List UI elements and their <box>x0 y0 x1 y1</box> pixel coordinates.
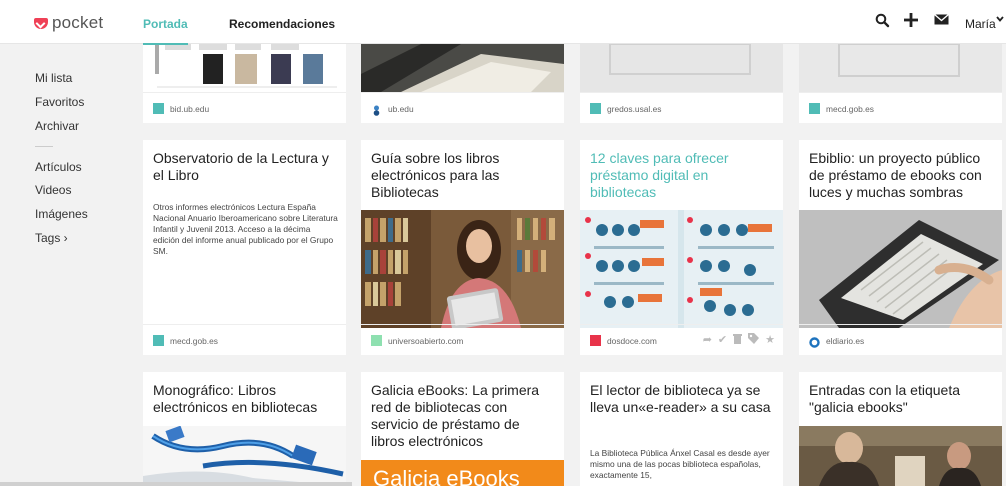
article-thumbnail <box>799 426 1002 486</box>
article-card[interactable]: ub.edu <box>361 44 564 123</box>
article-thumbnail <box>799 44 1002 92</box>
logo-text: pocket <box>52 13 104 32</box>
card-footer: ub.edu <box>361 92 564 123</box>
site-favicon-icon <box>590 103 601 114</box>
site-favicon-icon <box>371 335 382 346</box>
article-thumbnail <box>580 44 783 92</box>
article-card[interactable]: Monográfico: Libros electrónicos en bibl… <box>143 372 346 486</box>
article-thumbnail <box>361 210 564 328</box>
card-title[interactable]: Galicia eBooks: La primera red de biblio… <box>371 382 556 450</box>
article-card[interactable]: Observatorio de la Lectura y el Libro Ot… <box>143 140 346 355</box>
user-menu[interactable]: María <box>965 17 996 31</box>
sidebar-item-mi-lista[interactable]: Mi lista <box>35 71 72 85</box>
card-domain[interactable]: gredos.usal.es <box>607 104 661 114</box>
archive-check-icon[interactable]: ✔ <box>718 333 727 347</box>
favorite-star-icon[interactable]: ★ <box>765 333 775 347</box>
card-footer: eldiario.es <box>799 324 1002 355</box>
sidebar: Mi lista Favoritos Archivar Artículos Vi… <box>0 44 128 486</box>
delete-icon[interactable] <box>733 333 743 347</box>
tab-recomendaciones[interactable]: Recomendaciones <box>229 17 335 31</box>
sidebar-item-articulos[interactable]: Artículos <box>35 160 82 174</box>
inbox-icon[interactable] <box>934 13 949 31</box>
article-thumbnail <box>361 44 564 92</box>
search-icon[interactable] <box>875 13 890 33</box>
article-card[interactable]: gredos.usal.es <box>580 44 783 123</box>
chevron-down-icon[interactable] <box>996 15 1004 26</box>
tab-portada[interactable]: Portada <box>143 17 188 45</box>
eldiario-logo-icon <box>809 335 820 348</box>
card-domain[interactable]: mecd.gob.es <box>170 336 218 346</box>
sidebar-item-imagenes[interactable]: Imágenes <box>35 207 88 221</box>
article-thumbnail <box>580 210 783 328</box>
sidebar-item-videos[interactable]: Videos <box>35 183 71 197</box>
article-thumbnail <box>799 210 1002 328</box>
image-caption: Galicia eBooks <box>373 466 520 486</box>
card-footer: gredos.usal.es <box>580 92 783 123</box>
ub-logo-icon <box>371 103 382 116</box>
sidebar-item-tags[interactable]: Tags › <box>35 231 68 245</box>
card-actions: ➦ ✔ ★ <box>703 333 775 347</box>
card-domain[interactable]: universoabierto.com <box>388 336 463 346</box>
sidebar-divider <box>35 146 53 147</box>
share-icon[interactable]: ➦ <box>703 333 712 347</box>
pocket-logo[interactable]: pocket <box>34 13 103 33</box>
card-footer: universoabierto.com <box>361 324 564 355</box>
card-title[interactable]: El lector de biblioteca ya se lleva un«e… <box>590 382 775 416</box>
card-domain[interactable]: eldiario.es <box>826 336 864 346</box>
article-card[interactable]: El lector de biblioteca ya se lleva un«e… <box>580 372 783 486</box>
tag-icon[interactable] <box>748 333 760 347</box>
card-footer: bid.ub.edu <box>143 92 346 123</box>
card-title[interactable]: Monográfico: Libros electrónicos en bibl… <box>153 382 338 416</box>
card-footer: mecd.gob.es <box>143 324 346 355</box>
article-card[interactable]: Guía sobre los libros electrónicos para … <box>361 140 564 355</box>
card-domain[interactable]: dosdoce.com <box>607 336 657 346</box>
site-favicon-icon <box>153 335 164 346</box>
card-title[interactable]: 12 claves para ofrecer préstamo digital … <box>590 150 775 201</box>
pocket-logo-icon <box>34 17 48 29</box>
article-card[interactable]: mecd.gob.es <box>799 44 1002 123</box>
site-favicon-icon <box>809 103 820 114</box>
site-favicon-icon <box>590 335 601 346</box>
card-domain[interactable]: mecd.gob.es <box>826 104 874 114</box>
card-excerpt: Otros informes electrónicos Lectura Espa… <box>153 202 338 256</box>
article-card[interactable]: 12 claves para ofrecer préstamo digital … <box>580 140 783 355</box>
article-card[interactable]: bid.ub.edu <box>143 44 346 123</box>
card-title[interactable]: Guía sobre los libros electrónicos para … <box>371 150 556 201</box>
article-card[interactable]: Entradas con la etiqueta "galicia ebooks… <box>799 372 1002 486</box>
card-domain[interactable]: ub.edu <box>388 104 414 114</box>
card-title[interactable]: Observatorio de la Lectura y el Libro <box>153 150 338 184</box>
site-favicon-icon <box>153 103 164 114</box>
card-footer: dosdoce.com ➦ ✔ ★ <box>580 324 783 355</box>
top-header: pocket Portada Recomendaciones María <box>0 0 1006 45</box>
card-title[interactable]: Entradas con la etiqueta "galicia ebooks… <box>809 382 994 416</box>
article-card[interactable]: Ebiblio: un proyecto público de préstamo… <box>799 140 1002 355</box>
sidebar-item-favoritos[interactable]: Favoritos <box>35 95 84 109</box>
article-thumbnail <box>143 44 346 92</box>
card-excerpt: La Biblioteca Pública Ánxel Casal es des… <box>590 448 770 480</box>
add-icon[interactable] <box>904 13 918 32</box>
card-domain[interactable]: bid.ub.edu <box>170 104 209 114</box>
sidebar-item-archivar[interactable]: Archivar <box>35 119 79 133</box>
horizontal-scrollbar[interactable] <box>0 482 352 486</box>
article-thumbnail: Galicia eBooks <box>361 460 564 486</box>
article-card[interactable]: Galicia eBooks: La primera red de biblio… <box>361 372 564 486</box>
article-thumbnail <box>143 426 346 486</box>
card-title[interactable]: Ebiblio: un proyecto público de préstamo… <box>809 150 994 201</box>
card-footer: mecd.gob.es <box>799 92 1002 123</box>
